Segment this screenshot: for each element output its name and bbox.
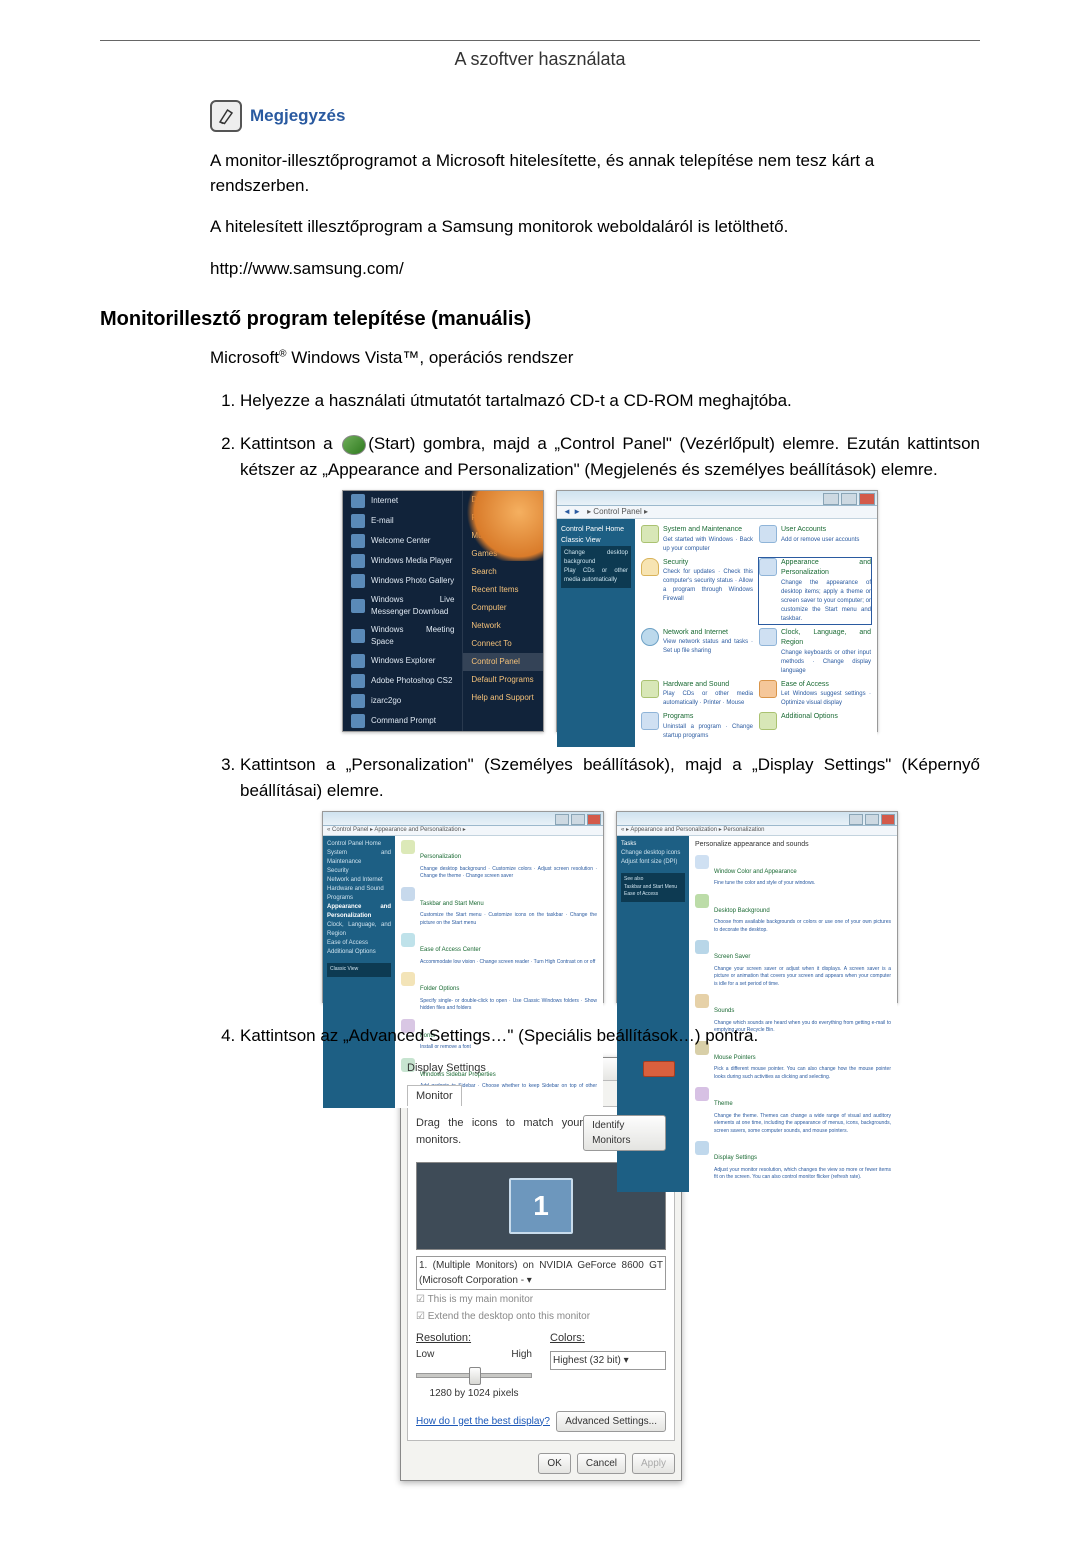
dialog-title: Display Settings	[407, 1060, 486, 1077]
section-title: Monitorillesztő program telepítése (manu…	[100, 308, 980, 331]
resolution-value: 1280 by 1024 pixels	[416, 1386, 532, 1401]
resolution-label: Resolution:	[416, 1332, 471, 1344]
ok-button[interactable]: OK	[538, 1453, 570, 1474]
page-header: A szoftver használata	[100, 49, 980, 70]
step-2a: Kattintson a	[240, 434, 340, 453]
drag-hint: Drag the icons to match your monitors.	[416, 1115, 583, 1148]
slider-low: Low	[416, 1347, 434, 1362]
start-orb-icon	[342, 435, 366, 455]
monitor-select[interactable]: 1. (Multiple Monitors) on NVIDIA GeForce…	[416, 1256, 666, 1290]
advanced-settings-button[interactable]: Advanced Settings...	[556, 1411, 666, 1432]
step-1: Helyezze a használati útmutatót tartalma…	[240, 388, 980, 414]
apply-button: Apply	[632, 1453, 675, 1474]
os-line: Microsoft® Windows Vista™, operációs ren…	[210, 348, 980, 368]
slider-high: High	[511, 1347, 532, 1362]
note-icon	[210, 100, 242, 132]
os-rest: Windows Vista™, operációs rendszer	[286, 348, 573, 367]
extend-desktop-checkbox: ☑ Extend the desktop onto this monitor	[416, 1309, 666, 1324]
tab-monitor[interactable]: Monitor	[407, 1085, 462, 1107]
help-link[interactable]: How do I get the best display?	[416, 1414, 550, 1429]
monitor-1-icon[interactable]: 1	[509, 1178, 573, 1234]
screenshot-appearance: « Control Panel ▸ Appearance and Persona…	[322, 811, 604, 1003]
screenshot-start-menu: Internet E-mail Welcome Center Windows M…	[342, 490, 544, 732]
main-monitor-checkbox: ☑ This is my main monitor	[416, 1292, 666, 1307]
step-2: Kattintson a (Start) gombra, majd a „Con…	[240, 431, 980, 732]
identify-monitors-button[interactable]: Identify Monitors	[583, 1115, 666, 1151]
note-paragraph-1: A monitor-illesztőprogramot a Microsoft …	[210, 149, 960, 198]
cancel-button[interactable]: Cancel	[577, 1453, 626, 1474]
colors-select[interactable]: Highest (32 bit) ▾	[550, 1351, 666, 1370]
note-url: http://www.samsung.com/	[210, 257, 960, 282]
screenshot-personalization: « ▸ Appearance and Personalization ▸ Per…	[616, 811, 898, 1003]
screenshot-control-panel: ◄ ►▸ Control Panel ▸ Control Panel Home …	[556, 490, 878, 732]
colors-label: Colors:	[550, 1332, 585, 1344]
close-icon[interactable]	[643, 1061, 675, 1077]
screenshot-display-settings: Display Settings Monitor Drag the icons …	[400, 1057, 682, 1481]
note-label: Megjegyzés	[250, 106, 345, 126]
note-paragraph-2: A hitelesített illesztőprogram a Samsung…	[210, 215, 960, 240]
resolution-slider[interactable]	[416, 1364, 532, 1384]
os-prefix: Microsoft	[210, 348, 279, 367]
step-3: Kattintson a „Personalization" (Személye…	[240, 752, 980, 1003]
